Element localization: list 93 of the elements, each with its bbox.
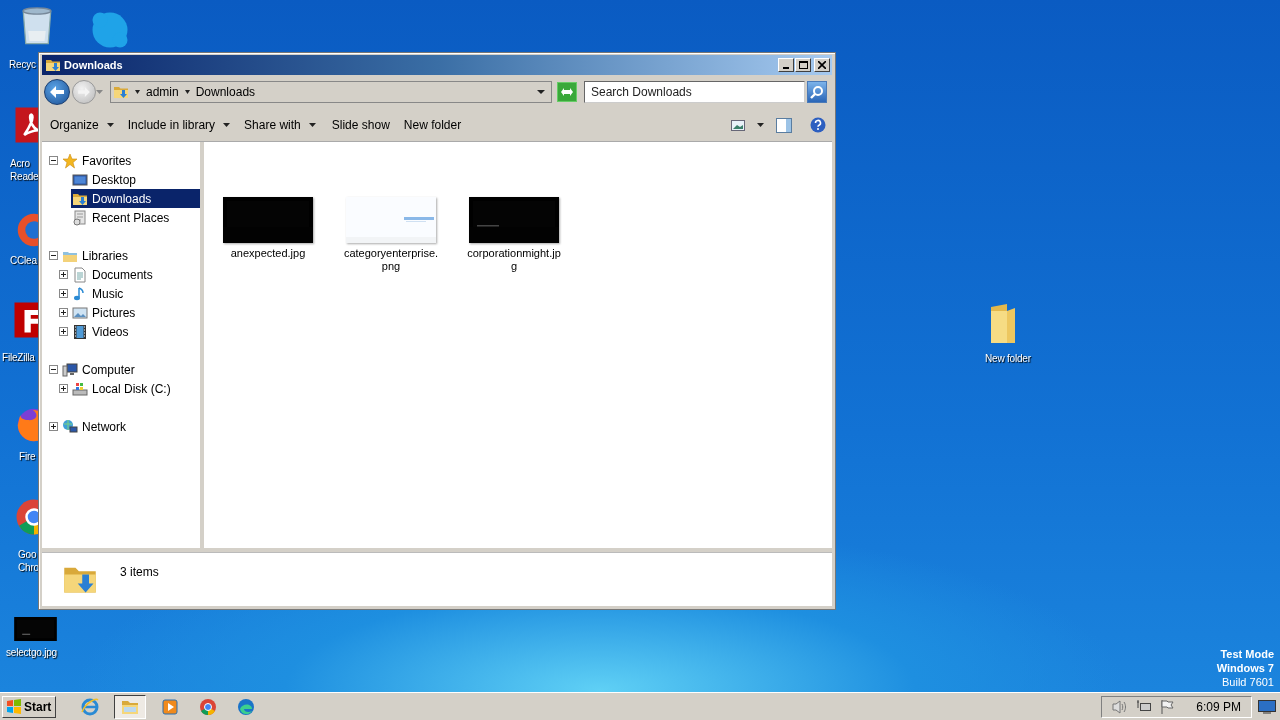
caret-icon	[223, 123, 231, 127]
expand-toggle[interactable]	[49, 251, 58, 260]
tree-item[interactable]: Downloads	[71, 189, 200, 208]
file-name[interactable]: categoryenterprise.png	[343, 247, 439, 273]
document-icon	[72, 266, 88, 283]
tree-item[interactable]: Computer	[61, 360, 200, 379]
tree-item[interactable]: Documents	[71, 265, 200, 284]
search-field[interactable]: Search Downloads	[584, 81, 805, 103]
toolbar-button[interactable]: New folder	[403, 116, 462, 134]
star-icon	[62, 152, 78, 169]
start-button[interactable]: Start	[2, 695, 57, 718]
show-desktop-button[interactable]	[1256, 697, 1278, 716]
help-button[interactable]	[808, 115, 828, 135]
toolbar-button[interactable]: Share with	[244, 116, 316, 134]
flag-icon[interactable]	[1160, 699, 1175, 714]
icon-label[interactable]: Fire	[19, 450, 36, 463]
file-name[interactable]: anexpected.jpg	[220, 247, 316, 260]
tree-item[interactable]: Network	[61, 417, 200, 436]
item-count: 3 items	[120, 565, 159, 579]
tree-item[interactable]: Music	[71, 284, 200, 303]
toolbar-button[interactable]: Organize	[50, 116, 114, 134]
picture-frame-icon	[72, 304, 88, 321]
app-tile-icon[interactable]	[13, 105, 38, 145]
window-title: Downloads	[64, 59, 123, 71]
address-bar[interactable]: admin Downloads	[110, 81, 552, 103]
os-build-text: Windows 7	[1216, 661, 1274, 675]
tree-item[interactable]: Recent Places	[71, 208, 200, 227]
maximize-button[interactable]	[795, 58, 811, 72]
file-name[interactable]: corporationmight.jpg	[466, 247, 562, 273]
expand-toggle[interactable]	[59, 327, 68, 336]
arrow-right-icon	[78, 87, 90, 97]
taskbar-button[interactable]	[114, 694, 147, 719]
toolbar-button[interactable]: Slide show	[331, 116, 390, 134]
clock[interactable]: 6:09 PM	[1196, 699, 1241, 714]
expand-toggle[interactable]	[59, 384, 68, 393]
close-icon	[818, 61, 826, 69]
monitor-icon	[72, 171, 88, 188]
app-tile-icon[interactable]	[12, 300, 38, 340]
caret-icon	[757, 123, 764, 127]
caret-icon[interactable]	[537, 90, 545, 94]
expand-toggle[interactable]	[59, 289, 68, 298]
image-thumbnail-icon[interactable]	[13, 617, 58, 641]
icon-label[interactable]: New folder	[985, 352, 1031, 365]
browser-e-icon	[80, 696, 101, 717]
expand-toggle[interactable]	[49, 365, 58, 374]
tree-item[interactable]: Favorites	[61, 151, 200, 170]
tree-item[interactable]: Local Disk (C:)	[71, 379, 200, 398]
refresh-button[interactable]	[557, 82, 577, 102]
icon-label[interactable]: Goo Chro	[18, 548, 39, 574]
film-strip-icon	[72, 323, 88, 340]
caret-icon	[96, 90, 103, 94]
preview-pane-button[interactable]	[774, 115, 794, 135]
arrow-left-icon	[50, 86, 64, 98]
view-menu-button[interactable]	[755, 121, 766, 129]
breadcrumb-link[interactable]: Downloads	[195, 85, 256, 99]
caret-icon[interactable]	[135, 90, 140, 94]
tree-item[interactable]: Pictures	[71, 303, 200, 322]
os-build-text: Test Mode	[1220, 647, 1274, 661]
back-button[interactable]	[44, 79, 70, 105]
os-build-text: Build 7601	[1222, 675, 1274, 689]
hard-drive-icon	[72, 380, 88, 397]
search-button[interactable]	[807, 81, 827, 103]
icon-label[interactable]: Recyc	[9, 58, 36, 71]
icon-label[interactable]: Acro Reade	[10, 157, 39, 183]
speaker-icon[interactable]	[1112, 699, 1129, 714]
play-icon	[160, 696, 181, 717]
icon-label[interactable]: CClea	[10, 254, 37, 267]
view-button[interactable]	[729, 117, 747, 133]
document-icon	[72, 209, 88, 226]
icon-label[interactable]: selectgo.jpg	[6, 646, 57, 659]
expand-toggle[interactable]	[59, 308, 68, 317]
windows-flag-icon	[6, 699, 22, 714]
folder-icon	[113, 84, 129, 100]
wave-e-icon	[236, 696, 257, 717]
tree-item[interactable]: Desktop	[71, 170, 200, 189]
network-icon[interactable]	[1136, 699, 1153, 714]
expand-toggle[interactable]	[49, 422, 58, 431]
network-icon	[62, 418, 78, 435]
arrows-icon	[560, 87, 574, 97]
tree-item[interactable]: Videos	[71, 322, 200, 341]
folder-icon	[45, 57, 61, 73]
toolbar-button[interactable]: Include in library	[127, 116, 231, 134]
caret-icon	[106, 123, 114, 127]
caret-icon	[308, 123, 316, 127]
tree-item[interactable]: Libraries	[61, 246, 200, 265]
expand-toggle[interactable]	[49, 156, 58, 165]
minimize-button[interactable]	[778, 58, 794, 72]
expand-toggle[interactable]	[59, 270, 68, 279]
computer-icon	[62, 361, 78, 378]
close-button[interactable]	[814, 58, 830, 72]
breadcrumb-link[interactable]: admin	[146, 85, 179, 99]
caret-icon[interactable]	[184, 90, 190, 94]
round-logo-icon	[198, 696, 219, 717]
